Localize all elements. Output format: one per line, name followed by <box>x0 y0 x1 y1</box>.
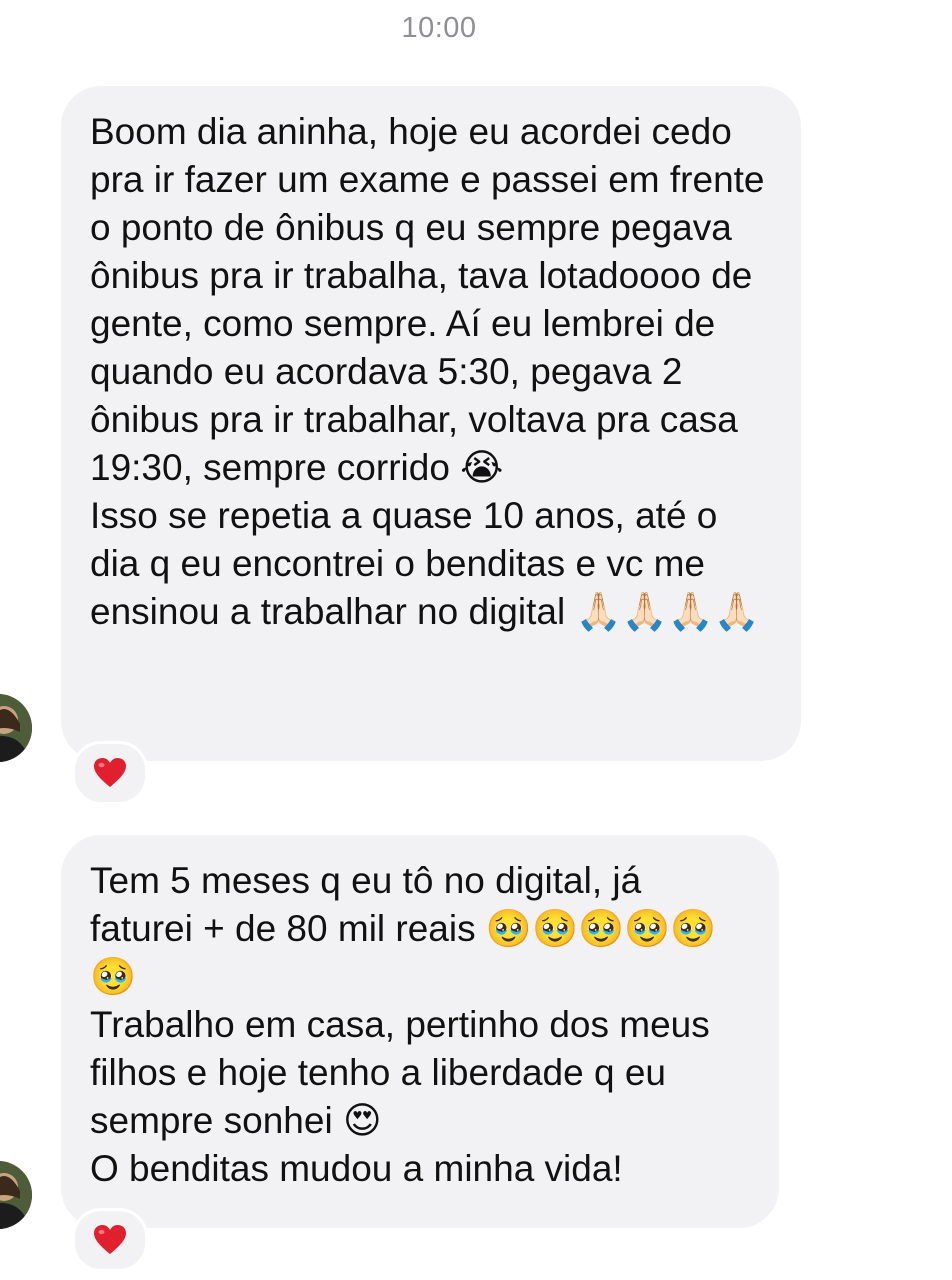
sender-avatar[interactable] <box>0 1161 32 1229</box>
reaction-badge[interactable] <box>72 741 148 805</box>
message-text: Boom dia aninha, hoje eu acordei cedo pr… <box>90 111 765 488</box>
message-text: Trabalho em casa, pertinho dos meus filh… <box>90 1004 710 1141</box>
message-timestamp: 10:00 <box>401 12 477 44</box>
message-bubble[interactable]: Tem 5 meses q eu tô no digital, já fatur… <box>61 835 779 1228</box>
heart-icon <box>94 1225 126 1254</box>
sender-avatar[interactable] <box>0 694 32 762</box>
message-text: O benditas mudou a minha vida! <box>90 1148 623 1189</box>
heart-icon <box>94 758 126 787</box>
avatar-photo <box>0 1161 32 1229</box>
message-text: Isso se repetia a quase 10 anos, até o d… <box>90 495 760 632</box>
message-text: Tem 5 meses q eu tô no digital, já fatur… <box>90 860 717 997</box>
message-bubble[interactable]: Boom dia aninha, hoje eu acordei cedo pr… <box>61 86 801 761</box>
reaction-badge[interactable] <box>72 1208 148 1272</box>
avatar-photo <box>0 694 32 762</box>
